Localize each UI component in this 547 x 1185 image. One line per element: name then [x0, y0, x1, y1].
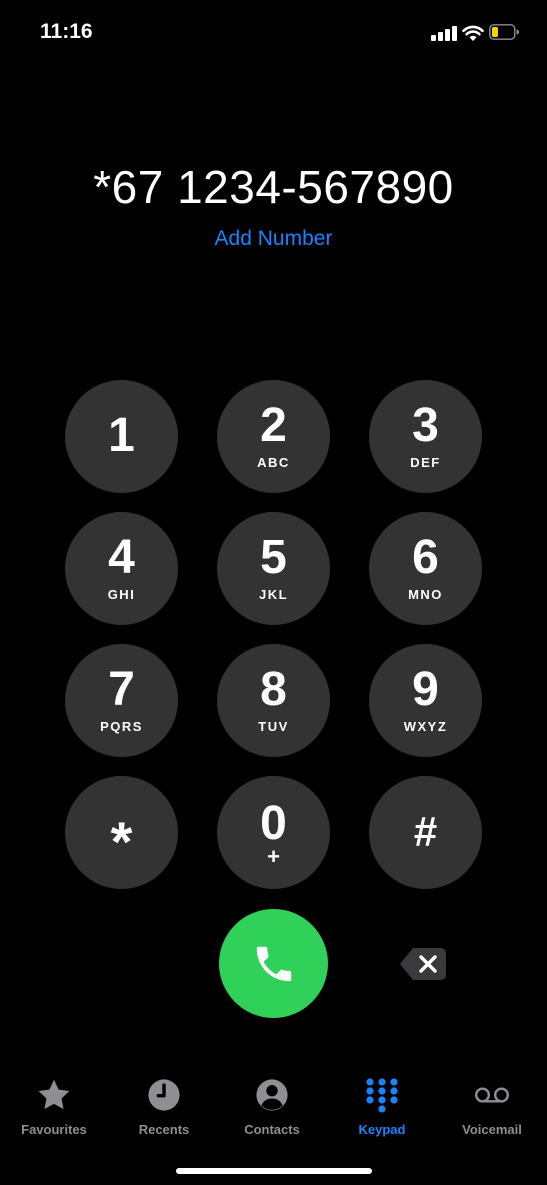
key-digit: 6 — [412, 531, 439, 584]
tab-label: Voicemail — [462, 1122, 522, 1137]
key-digit: 8 — [260, 663, 287, 716]
key-0[interactable]: 0 + — [217, 776, 330, 889]
key-6[interactable]: 6 MNO — [369, 512, 482, 625]
tab-contacts[interactable]: Contacts — [217, 1076, 327, 1137]
tab-bar: Favourites Recents Contacts Keypad Voice… — [0, 1076, 547, 1156]
key-digit: * — [110, 809, 133, 873]
key-4[interactable]: 4 GHI — [65, 512, 178, 625]
person-circle-icon — [256, 1079, 288, 1111]
key-digit: 4 — [108, 531, 135, 584]
key-1[interactable]: 1 — [65, 380, 178, 493]
tab-label: Favourites — [21, 1122, 87, 1137]
key-letters: PQRS — [100, 719, 143, 734]
keypad-grid-icon — [366, 1078, 398, 1113]
key-star[interactable]: * — [65, 776, 178, 889]
phone-icon — [256, 946, 291, 981]
home-indicator — [176, 1168, 372, 1174]
keypad: 1 2 ABC 3 DEF 4 GHI 5 JKL 6 MNO 7 PQRS 8… — [0, 0, 547, 900]
key-letters: TUV — [258, 719, 289, 734]
key-hash[interactable]: # — [369, 776, 482, 889]
tab-recents[interactable]: Recents — [109, 1076, 219, 1137]
key-3[interactable]: 3 DEF — [369, 380, 482, 493]
key-letters: GHI — [107, 587, 136, 602]
key-9[interactable]: 9 WXYZ — [369, 644, 482, 757]
call-button[interactable] — [219, 909, 328, 1018]
key-letters: ABC — [257, 455, 290, 470]
star-icon — [38, 1079, 70, 1110]
key-5[interactable]: 5 JKL — [217, 512, 330, 625]
key-letters: JKL — [258, 587, 289, 602]
tab-keypad[interactable]: Keypad — [327, 1076, 437, 1137]
tab-label: Keypad — [358, 1122, 406, 1137]
key-digit: 9 — [412, 663, 439, 716]
key-digit: 1 — [108, 408, 135, 462]
tab-label: Recents — [138, 1122, 190, 1137]
key-2[interactable]: 2 ABC — [217, 380, 330, 493]
key-digit: 7 — [108, 663, 135, 716]
key-letters: DEF — [410, 455, 441, 470]
key-8[interactable]: 8 TUV — [217, 644, 330, 757]
tab-voicemail[interactable]: Voicemail — [437, 1076, 547, 1137]
tab-label: Contacts — [244, 1122, 300, 1137]
key-digit: 5 — [260, 531, 287, 584]
delete-backspace-icon[interactable] — [399, 947, 447, 981]
key-digit: # — [413, 807, 438, 855]
key-digit: 0 — [260, 796, 287, 850]
key-letters: MNO — [408, 587, 443, 602]
clock-icon — [148, 1079, 180, 1111]
key-7[interactable]: 7 PQRS — [65, 644, 178, 757]
voicemail-icon — [474, 1087, 510, 1103]
key-digit: 2 — [260, 399, 287, 452]
key-letters: + — [267, 843, 280, 869]
key-letters: WXYZ — [403, 719, 448, 734]
key-digit: 3 — [412, 399, 439, 452]
tab-favourites[interactable]: Favourites — [0, 1076, 109, 1137]
